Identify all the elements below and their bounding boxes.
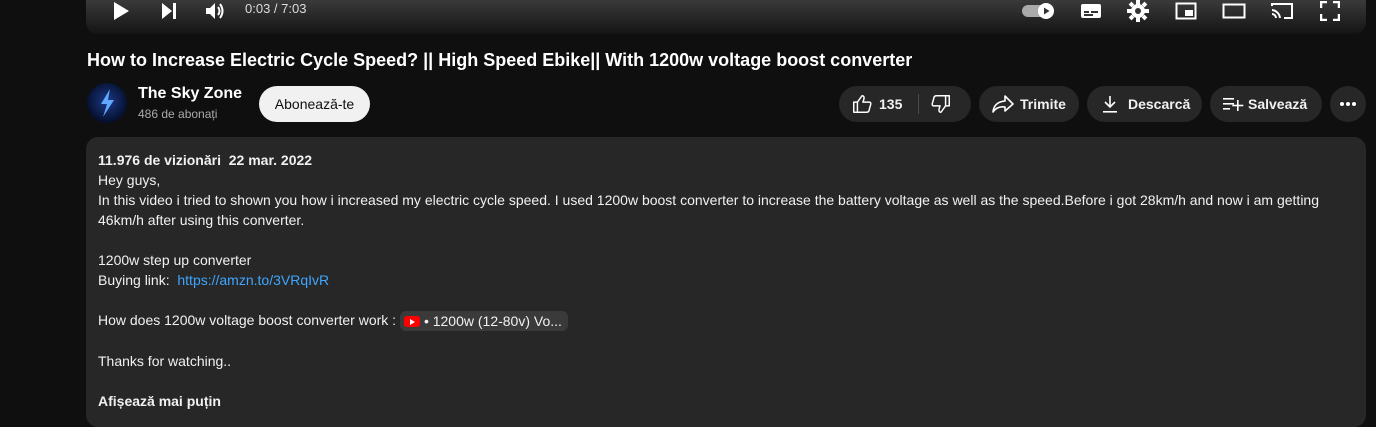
like-button[interactable]: 135 <box>839 86 902 122</box>
buying-link-label: Buying link: <box>98 272 170 288</box>
next-button[interactable] <box>156 0 182 22</box>
time-display: 0:03 / 7:03 <box>245 1 307 16</box>
buying-link-line: Buying link: https://amzn.to/3VRqIvR <box>98 270 1338 290</box>
cast-button[interactable] <box>1268 0 1296 22</box>
skip-next-icon <box>162 3 176 19</box>
thumbs-down-icon <box>930 93 952 115</box>
like-count: 135 <box>879 96 903 112</box>
description-body: In this video i tried to shown you how i… <box>98 192 1320 228</box>
description-meta: 11.976 de vizionări 22 mar. 2022 <box>98 150 1338 170</box>
lightning-logo-icon <box>101 89 114 117</box>
share-label: Trimite <box>1020 96 1066 112</box>
cast-icon <box>1271 3 1293 19</box>
playlist-add-icon <box>1222 95 1244 113</box>
linked-video-title: • 1200w (12-80v) Vo... <box>423 313 562 330</box>
theater-mode-icon <box>1222 3 1246 19</box>
autoplay-toggle-icon <box>1022 3 1054 19</box>
description-greeting: Hey guys, <box>98 172 161 188</box>
like-dislike-group: 135 <box>839 86 971 122</box>
theater-mode-button[interactable] <box>1220 0 1248 22</box>
more-horizontal-icon <box>1340 102 1356 106</box>
dislike-button[interactable] <box>930 93 952 115</box>
volume-icon <box>206 3 224 19</box>
more-actions-button[interactable] <box>1330 86 1366 122</box>
play-icon <box>114 2 129 20</box>
subscribe-button[interactable]: Abonează-te <box>259 86 370 122</box>
description-box: 11.976 de vizionări 22 mar. 2022 Hey guy… <box>86 137 1366 427</box>
how-it-works-label: How does 1200w voltage boost converter w… <box>98 312 397 328</box>
youtube-logo-icon <box>403 315 420 327</box>
channel-avatar[interactable] <box>87 83 127 123</box>
save-label: Salvează <box>1248 96 1308 112</box>
download-icon <box>1101 94 1119 114</box>
download-button[interactable]: Descarcă <box>1087 86 1202 122</box>
play-button[interactable] <box>108 0 134 22</box>
share-button[interactable]: Trimite <box>979 86 1079 122</box>
buying-link[interactable]: https://amzn.to/3VRqIvR <box>177 272 329 288</box>
like-divider <box>918 94 919 114</box>
miniplayer-icon <box>1175 2 1197 20</box>
share-icon <box>991 94 1015 114</box>
subtitles-button[interactable] <box>1076 0 1106 22</box>
thumbs-up-icon <box>851 93 873 115</box>
upload-date: 22 mar. 2022 <box>228 152 313 168</box>
description-content: 11.976 de vizionări 22 mar. 2022 Hey guy… <box>98 150 1338 411</box>
download-label: Descarcă <box>1128 96 1191 112</box>
fullscreen-button[interactable] <box>1316 0 1344 22</box>
volume-button[interactable] <box>202 0 228 22</box>
video-title: How to Increase Electric Cycle Speed? ||… <box>87 50 913 70</box>
how-it-works-line: How does 1200w voltage boost converter w… <box>98 310 1338 332</box>
subscriber-count: 486 de abonați <box>138 107 218 121</box>
autoplay-toggle[interactable] <box>1021 0 1057 22</box>
fullscreen-icon <box>1320 1 1340 21</box>
channel-name[interactable]: The Sky Zone <box>138 85 242 103</box>
miniplayer-button[interactable] <box>1172 0 1200 22</box>
linked-video-chip[interactable]: • 1200w (12-80v) Vo... <box>399 311 568 332</box>
subtitles-icon <box>1081 4 1101 18</box>
view-count: 11.976 de vizionări <box>98 152 221 168</box>
video-player-controls: 0:03 / 7:03 <box>86 0 1366 34</box>
settings-button[interactable] <box>1124 0 1152 22</box>
description-product: 1200w step up converter <box>98 252 252 268</box>
show-less-button[interactable]: Afișează mai puțin <box>98 391 1338 411</box>
description-thanks: Thanks for watching.. <box>98 353 232 370</box>
gear-icon <box>1127 0 1149 22</box>
save-button[interactable]: Salvează <box>1210 86 1322 122</box>
